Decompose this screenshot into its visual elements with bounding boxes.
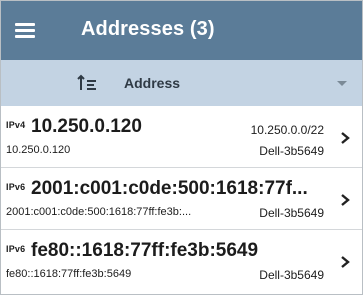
sort-label: Address (124, 75, 181, 91)
ip-address: 10.250.0.120 (31, 116, 142, 137)
ip-version-badge: IPv4 (6, 120, 26, 130)
ip-version-badge: IPv6 (6, 182, 26, 192)
subnet: 10.250.0.0/22 (250, 123, 324, 137)
page-title: Addresses (3) (81, 18, 215, 40)
app-bar: Addresses (3) (1, 1, 362, 60)
address-row-ipv6-global[interactable]: IPv6 2001:c001:c0de:500:1618:77f... 2001… (1, 168, 362, 230)
sort-ascending-icon (77, 74, 96, 90)
host-name: Dell-3b5649 (259, 144, 324, 158)
host-name: Dell-3b5649 (259, 206, 324, 220)
caret-down-icon (337, 81, 347, 86)
chevron-right-icon (341, 194, 350, 206)
sort-dropdown[interactable]: Address (1, 60, 362, 106)
app-window: Addresses (3) Address IPv4 10.250.0.120 … (0, 0, 363, 295)
ip-address-detail: 10.250.0.120 (6, 144, 71, 156)
ip-address-detail: fe80::1618:77ff:fe3b:5649 (6, 268, 132, 280)
hamburger-menu-icon[interactable] (15, 23, 35, 38)
address-row-ipv4[interactable]: IPv4 10.250.0.120 10.250.0.0/22 10.250.0… (1, 106, 362, 168)
chevron-right-icon (341, 256, 350, 268)
host-name: Dell-3b5649 (259, 268, 324, 282)
ip-address: fe80::1618:77ff:fe3b:5649 (31, 240, 259, 261)
ip-address: 2001:c001:c0de:500:1618:77f... (31, 178, 308, 199)
address-row-ipv6-link-local[interactable]: IPv6 fe80::1618:77ff:fe3b:5649 fe80::161… (1, 230, 362, 291)
ip-version-badge: IPv6 (6, 244, 26, 254)
ip-address-detail: 2001:c001:c0de:500:1618:77ff:fe3b:... (6, 206, 192, 218)
chevron-right-icon (341, 132, 350, 144)
